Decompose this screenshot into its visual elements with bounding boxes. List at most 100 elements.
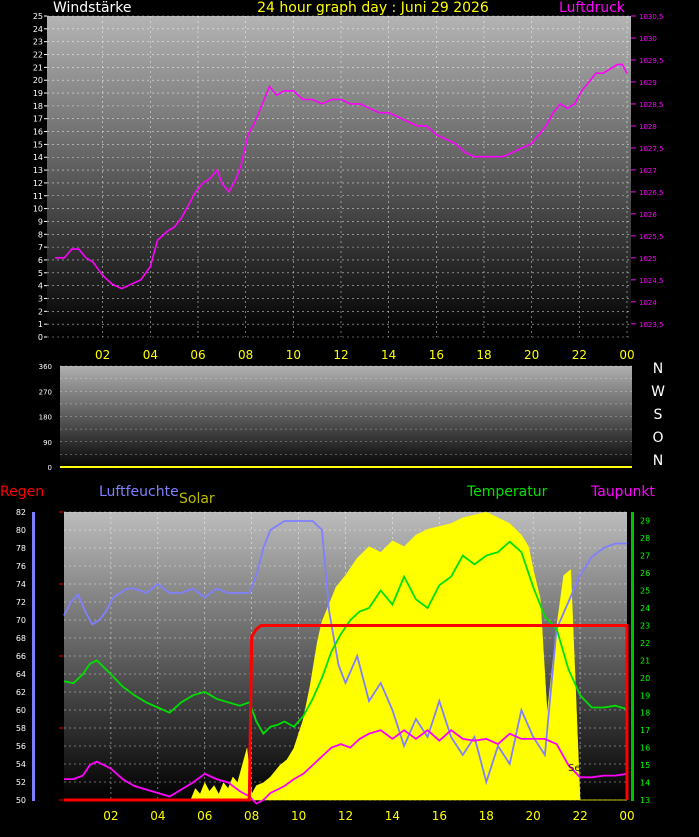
wind-tick-label: 25 — [33, 12, 43, 21]
pressure-tick-label: 1025,5 — [639, 233, 664, 241]
humidity-tick-label: 76 — [16, 562, 26, 571]
wind-tick-label: 21 — [33, 63, 43, 72]
temperature-tick-label: 26 — [640, 569, 650, 578]
temperature-tick-label: 24 — [640, 604, 650, 613]
compass-label: O — [652, 430, 663, 446]
wind-tick-label: 8 — [38, 230, 43, 239]
humidity-tick-label: 64 — [16, 670, 26, 679]
pressure-tick-label: 1030 — [639, 35, 657, 43]
temperature-tick-label: 23 — [640, 621, 650, 630]
wind-tick-label: 24 — [33, 25, 43, 34]
direction-tick-label: 360 — [39, 363, 52, 371]
hour-tick-label: 04 — [150, 809, 165, 823]
hour-axis-bottom: 02 04 06 08 10 12 14 16 18 20 22 00 — [103, 809, 634, 823]
wind-axis-ticks: 0123456789101112131415161718192021222324… — [33, 12, 47, 342]
wind-tick-label: 18 — [33, 102, 43, 111]
luftfeuchte-label: Luftfeuchte — [99, 484, 179, 500]
hour-tick-label: 18 — [476, 348, 491, 362]
wind-tick-label: 11 — [33, 192, 43, 201]
regen-label: Regen — [0, 484, 44, 500]
hour-tick-label: 18 — [479, 809, 494, 823]
humidity-tick-label: 62 — [16, 688, 26, 697]
wind-tick-label: 0 — [38, 333, 43, 342]
temperature-tick-label: 20 — [640, 674, 650, 683]
pressure-axis-ticks: 1023,5 1024 1024,5 1025 1025,5 1026 1026,5 1027… — [631, 13, 664, 329]
pressure-tick-label: 1027 — [639, 167, 657, 175]
temperature-tick-label: 18 — [640, 709, 650, 718]
humidity-tick-label: 56 — [16, 742, 26, 751]
compass-label: N — [653, 453, 663, 469]
hour-tick-label: 16 — [429, 348, 444, 362]
humidity-axis-ticks: 50 52 54 56 58 60 62 64 66 68 70 72 74 76 78 80 82 — [16, 508, 63, 805]
direction-tick-label: 270 — [39, 388, 52, 396]
hour-tick-label: 02 — [95, 348, 110, 362]
solar-label: Solar — [179, 491, 215, 507]
wind-tick-label: 16 — [33, 128, 43, 137]
humidity-tick-label: 66 — [16, 652, 26, 661]
humidity-tick-label: 78 — [16, 544, 26, 553]
wind-tick-label: 6 — [38, 256, 43, 265]
hour-tick-label: 10 — [291, 809, 306, 823]
wind-tick-label: 20 — [33, 76, 43, 85]
hour-tick-label: 22 — [572, 348, 587, 362]
temperature-tick-label: 27 — [640, 552, 650, 561]
wind-direction-axis-ticks: 0 90 180 270 360 — [39, 363, 52, 472]
humidity-tick-label: 58 — [16, 724, 26, 733]
hour-tick-label: 22 — [572, 809, 587, 823]
hour-tick-label: 16 — [432, 809, 447, 823]
pressure-tick-label: 1028,5 — [639, 101, 664, 109]
weather-panel: 5052545658606264666870727476788082 13141… — [0, 484, 655, 823]
sunset-label: Set — [568, 763, 585, 774]
temperatur-label: Temperatur — [466, 484, 548, 500]
compass-label: W — [651, 384, 665, 400]
temperature-tick-label: 29 — [640, 517, 650, 526]
pressure-tick-label: 1030,5 — [639, 13, 664, 21]
hour-tick-label: 10 — [286, 348, 301, 362]
weather-graph-page: 0 1 2 3 4 5 6 7 8 9 10 11 12 13 14 15 16 17 18 19 20 21 22 23 24… — [0, 0, 699, 833]
pressure-tick-label: 1029 — [639, 79, 657, 87]
temperature-axis-ticks: 13 14 15 16 17 18 19 20 21 22 23 24 25 26 27 28 29 — [640, 517, 650, 805]
hour-tick-label: 20 — [526, 809, 541, 823]
temperature-tick-label: 19 — [640, 691, 650, 700]
humidity-tick-label: 54 — [16, 760, 26, 769]
hour-tick-label: 08 — [244, 809, 259, 823]
weather-chart: 0123456789101112131415161718192021222324… — [0, 0, 665, 823]
pressure-tick-label: 1024,5 — [639, 277, 664, 285]
compass-labels: NWSON — [651, 361, 665, 469]
humidity-axis-bar — [32, 512, 35, 801]
compass-label: N — [653, 361, 663, 377]
pressure-tick-label: 1023,5 — [639, 321, 664, 329]
humidity-tick-label: 68 — [16, 634, 26, 643]
wind-tick-label: 15 — [33, 140, 43, 149]
wind-tick-label: 13 — [33, 166, 43, 175]
wind-tick-label: 17 — [33, 115, 43, 124]
humidity-tick-label: 82 — [16, 508, 26, 517]
wind-tick-label: 22 — [33, 51, 43, 60]
pressure-tick-label: 1029,5 — [639, 57, 664, 65]
pressure-tick-label: 1024 — [639, 299, 657, 307]
wind-tick-label: 12 — [33, 179, 43, 188]
wind-tick-label: 19 — [33, 89, 43, 98]
humidity-tick-label: 60 — [16, 706, 26, 715]
wind-direction-panel: 090180270360 NWSON — [39, 361, 665, 472]
wind-pressure-plot-area — [47, 16, 631, 337]
hour-tick-label: 06 — [197, 809, 212, 823]
luftdruck-label: Luftdruck — [559, 0, 626, 16]
hour-tick-label: 14 — [385, 809, 400, 823]
windstaerke-label: Windstärke — [53, 0, 132, 16]
pressure-tick-label: 1026,5 — [639, 189, 664, 197]
wind-tick-label: 5 — [38, 269, 43, 278]
hour-tick-label: 12 — [338, 809, 353, 823]
hour-tick-label: 00 — [619, 809, 634, 823]
hour-tick-label: 12 — [333, 348, 348, 362]
hour-tick-label: 00 — [619, 348, 634, 362]
hour-tick-label: 20 — [524, 348, 539, 362]
hour-tick-label: 14 — [381, 348, 396, 362]
temperature-tick-label: 28 — [640, 534, 650, 543]
temperature-tick-label: 21 — [640, 656, 650, 665]
wind-tick-label: 4 — [38, 282, 43, 291]
compass-label: S — [654, 407, 663, 423]
humidity-tick-label: 52 — [16, 778, 26, 787]
humidity-tick-label: 72 — [16, 598, 26, 607]
temperature-tick-label: 14 — [640, 779, 650, 788]
